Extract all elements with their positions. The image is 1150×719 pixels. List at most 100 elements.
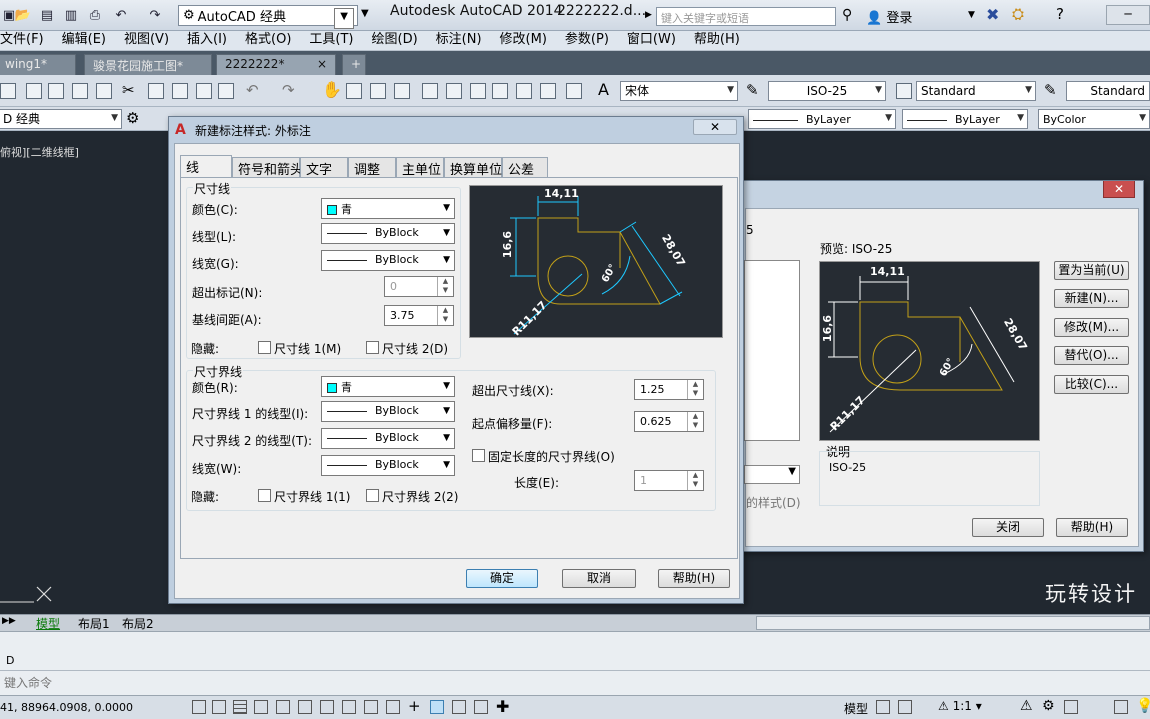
compare-button[interactable]: 比较(C)... xyxy=(1054,375,1129,394)
tab-layout1[interactable]: 布局1 xyxy=(78,615,110,632)
polar-icon[interactable] xyxy=(276,700,290,714)
isolate-objects-icon[interactable] xyxy=(1114,700,1128,714)
suppress-dimline2-checkbox[interactable] xyxy=(366,341,379,354)
spinner-icon[interactable]: ▲ ▼ xyxy=(437,277,453,296)
lineweight-dropdown[interactable]: ByLayer ▼ xyxy=(902,109,1028,129)
ok-button[interactable]: 确定 xyxy=(466,569,538,588)
horizontal-scrollbar[interactable] xyxy=(756,616,1150,630)
lineweight-dropdown[interactable]: ByBlock ▼ xyxy=(321,250,455,271)
help-button[interactable]: 帮助(H) xyxy=(1056,518,1128,537)
override-button[interactable]: 替代(O)... xyxy=(1054,346,1129,365)
open-icon[interactable]: 📂 xyxy=(14,6,32,24)
modify-button[interactable]: 修改(M)... xyxy=(1054,318,1129,337)
file-tab[interactable]: 骏景花园施工图* xyxy=(84,54,212,75)
command-input[interactable]: 键入命令 xyxy=(4,674,52,691)
quick-access-more-icon[interactable]: ▼ xyxy=(361,8,369,19)
annotation-visibility-icon[interactable]: ⚠ xyxy=(1020,698,1033,714)
gear-icon[interactable]: ⚙ xyxy=(126,109,139,127)
save-icon[interactable] xyxy=(0,83,16,99)
color-dropdown[interactable]: 青 ▼ xyxy=(321,198,455,219)
pan-icon[interactable]: ✋ xyxy=(322,80,342,99)
tab-symbols-arrows[interactable]: 符号和箭头 xyxy=(232,157,303,178)
quick-view-layouts-icon[interactable] xyxy=(876,700,890,714)
transparency-icon[interactable] xyxy=(430,700,444,714)
tool-palettes-icon[interactable] xyxy=(470,83,486,99)
undo-icon[interactable]: ↶ xyxy=(112,6,130,24)
selection-cycling-icon[interactable] xyxy=(474,700,488,714)
exchange-icon[interactable]: ✖ xyxy=(986,5,999,24)
calculator-icon[interactable] xyxy=(540,83,556,99)
print-icon[interactable] xyxy=(26,83,42,99)
3d-osnap-icon[interactable] xyxy=(320,700,334,714)
save-icon[interactable]: ▤ xyxy=(38,6,56,24)
quick-view-drawings-icon[interactable] xyxy=(898,700,912,714)
multileader-style-icon[interactable]: ✎ xyxy=(1044,81,1057,99)
menu-edit[interactable]: 编辑(E) xyxy=(53,31,115,50)
annotation-monitor-icon[interactable]: ✚ xyxy=(496,697,509,716)
menu-parametric[interactable]: 参数(P) xyxy=(556,31,618,50)
help-icon[interactable] xyxy=(566,83,582,99)
close-icon[interactable]: × xyxy=(317,57,327,71)
tab-lines[interactable]: 线 xyxy=(180,155,232,177)
suppress-extline1-checkbox[interactable] xyxy=(258,489,271,502)
workspace-dropdown[interactable]: D 经典 ▼ xyxy=(0,109,122,129)
spinner-icon[interactable]: ▲ ▼ xyxy=(687,471,703,490)
menu-insert[interactable]: 插入(I) xyxy=(178,31,236,50)
lineweight-icon[interactable]: + xyxy=(408,697,421,715)
close-button[interactable]: 关闭 xyxy=(972,518,1044,537)
ducs-icon[interactable] xyxy=(364,700,378,714)
binoculars-icon[interactable]: ⚲ xyxy=(842,7,852,23)
cancel-button[interactable]: 取消 xyxy=(562,569,636,588)
help-icon[interactable]: ? xyxy=(1056,5,1064,23)
ext-lt2-dropdown[interactable]: ByBlock ▼ xyxy=(321,428,455,449)
expand-icon[interactable]: ▶ xyxy=(645,10,652,20)
extend-input[interactable]: 0 ▲ ▼ xyxy=(384,276,454,297)
baseline-input[interactable]: 3.75 ▲ ▼ xyxy=(384,305,454,326)
menu-dimension[interactable]: 标注(N) xyxy=(427,31,491,50)
menu-view[interactable]: 视图(V) xyxy=(115,31,178,50)
file-tab-active[interactable]: 2222222* × xyxy=(216,54,336,75)
menu-tools[interactable]: 工具(T) xyxy=(300,31,362,50)
paste-icon[interactable] xyxy=(172,83,188,99)
menu-file[interactable]: 文件(F) xyxy=(0,31,53,50)
spinner-icon[interactable]: ▲ ▼ xyxy=(687,412,703,431)
help-button[interactable]: 帮助(H) xyxy=(658,569,730,588)
dyn-icon[interactable] xyxy=(386,700,400,714)
suppress-extline2-checkbox[interactable] xyxy=(366,489,379,502)
infer-constraints-icon[interactable] xyxy=(192,700,206,714)
login-button[interactable]: 👤 登录 xyxy=(866,7,912,26)
save-as-icon[interactable]: ▥ xyxy=(62,6,80,24)
tab-alternate-units[interactable]: 换算单位 xyxy=(444,157,502,178)
tab-tolerances[interactable]: 公差 xyxy=(502,157,548,178)
menu-window[interactable]: 窗口(W) xyxy=(618,31,685,50)
ext-lineweight-dropdown[interactable]: ByBlock ▼ xyxy=(321,455,455,476)
styles-list[interactable] xyxy=(744,260,800,441)
zoom-window-icon[interactable] xyxy=(370,83,386,99)
table-style-dropdown[interactable]: Standard ▼ xyxy=(916,81,1036,101)
beyond-input[interactable]: 1.25 ▲ ▼ xyxy=(634,379,704,400)
quick-properties-icon[interactable] xyxy=(452,700,466,714)
offset-input[interactable]: 0.625 ▲ ▼ xyxy=(634,411,704,432)
tab-layout2[interactable]: 布局2 xyxy=(122,615,154,632)
plotstyle-dropdown[interactable]: ByColor ▼ xyxy=(1038,109,1150,129)
grid-icon[interactable] xyxy=(233,700,247,714)
plot-preview-icon[interactable] xyxy=(48,83,64,99)
multileader-style-dropdown[interactable]: Standard xyxy=(1066,81,1150,101)
tab-fit[interactable]: 调整 xyxy=(348,157,396,178)
redo-icon[interactable]: ↷ xyxy=(146,6,164,24)
length-input[interactable]: 1 ▲ ▼ xyxy=(634,470,704,491)
menu-format[interactable]: 格式(O) xyxy=(236,31,300,50)
3d-print-icon[interactable] xyxy=(96,83,112,99)
spinner-icon[interactable]: ▲ ▼ xyxy=(687,380,703,399)
design-center-icon[interactable] xyxy=(446,83,462,99)
copy-icon[interactable] xyxy=(148,83,164,99)
tab-model[interactable]: 模型 xyxy=(36,615,60,632)
set-current-button[interactable]: 置为当前(U) xyxy=(1054,261,1129,280)
login-dropdown-icon[interactable]: ▼ xyxy=(968,10,975,20)
close-icon[interactable]: ✕ xyxy=(693,119,737,135)
autodesk360-icon[interactable]: ⛭ xyxy=(1012,5,1024,23)
undo-icon[interactable]: ↶ xyxy=(246,81,259,99)
ext-lt1-dropdown[interactable]: ByBlock ▼ xyxy=(321,401,455,422)
workspace-selector[interactable]: ⚙ AutoCAD 经典 ▼ xyxy=(178,5,358,29)
linetype-dropdown[interactable]: ByBlock ▼ xyxy=(321,223,455,244)
